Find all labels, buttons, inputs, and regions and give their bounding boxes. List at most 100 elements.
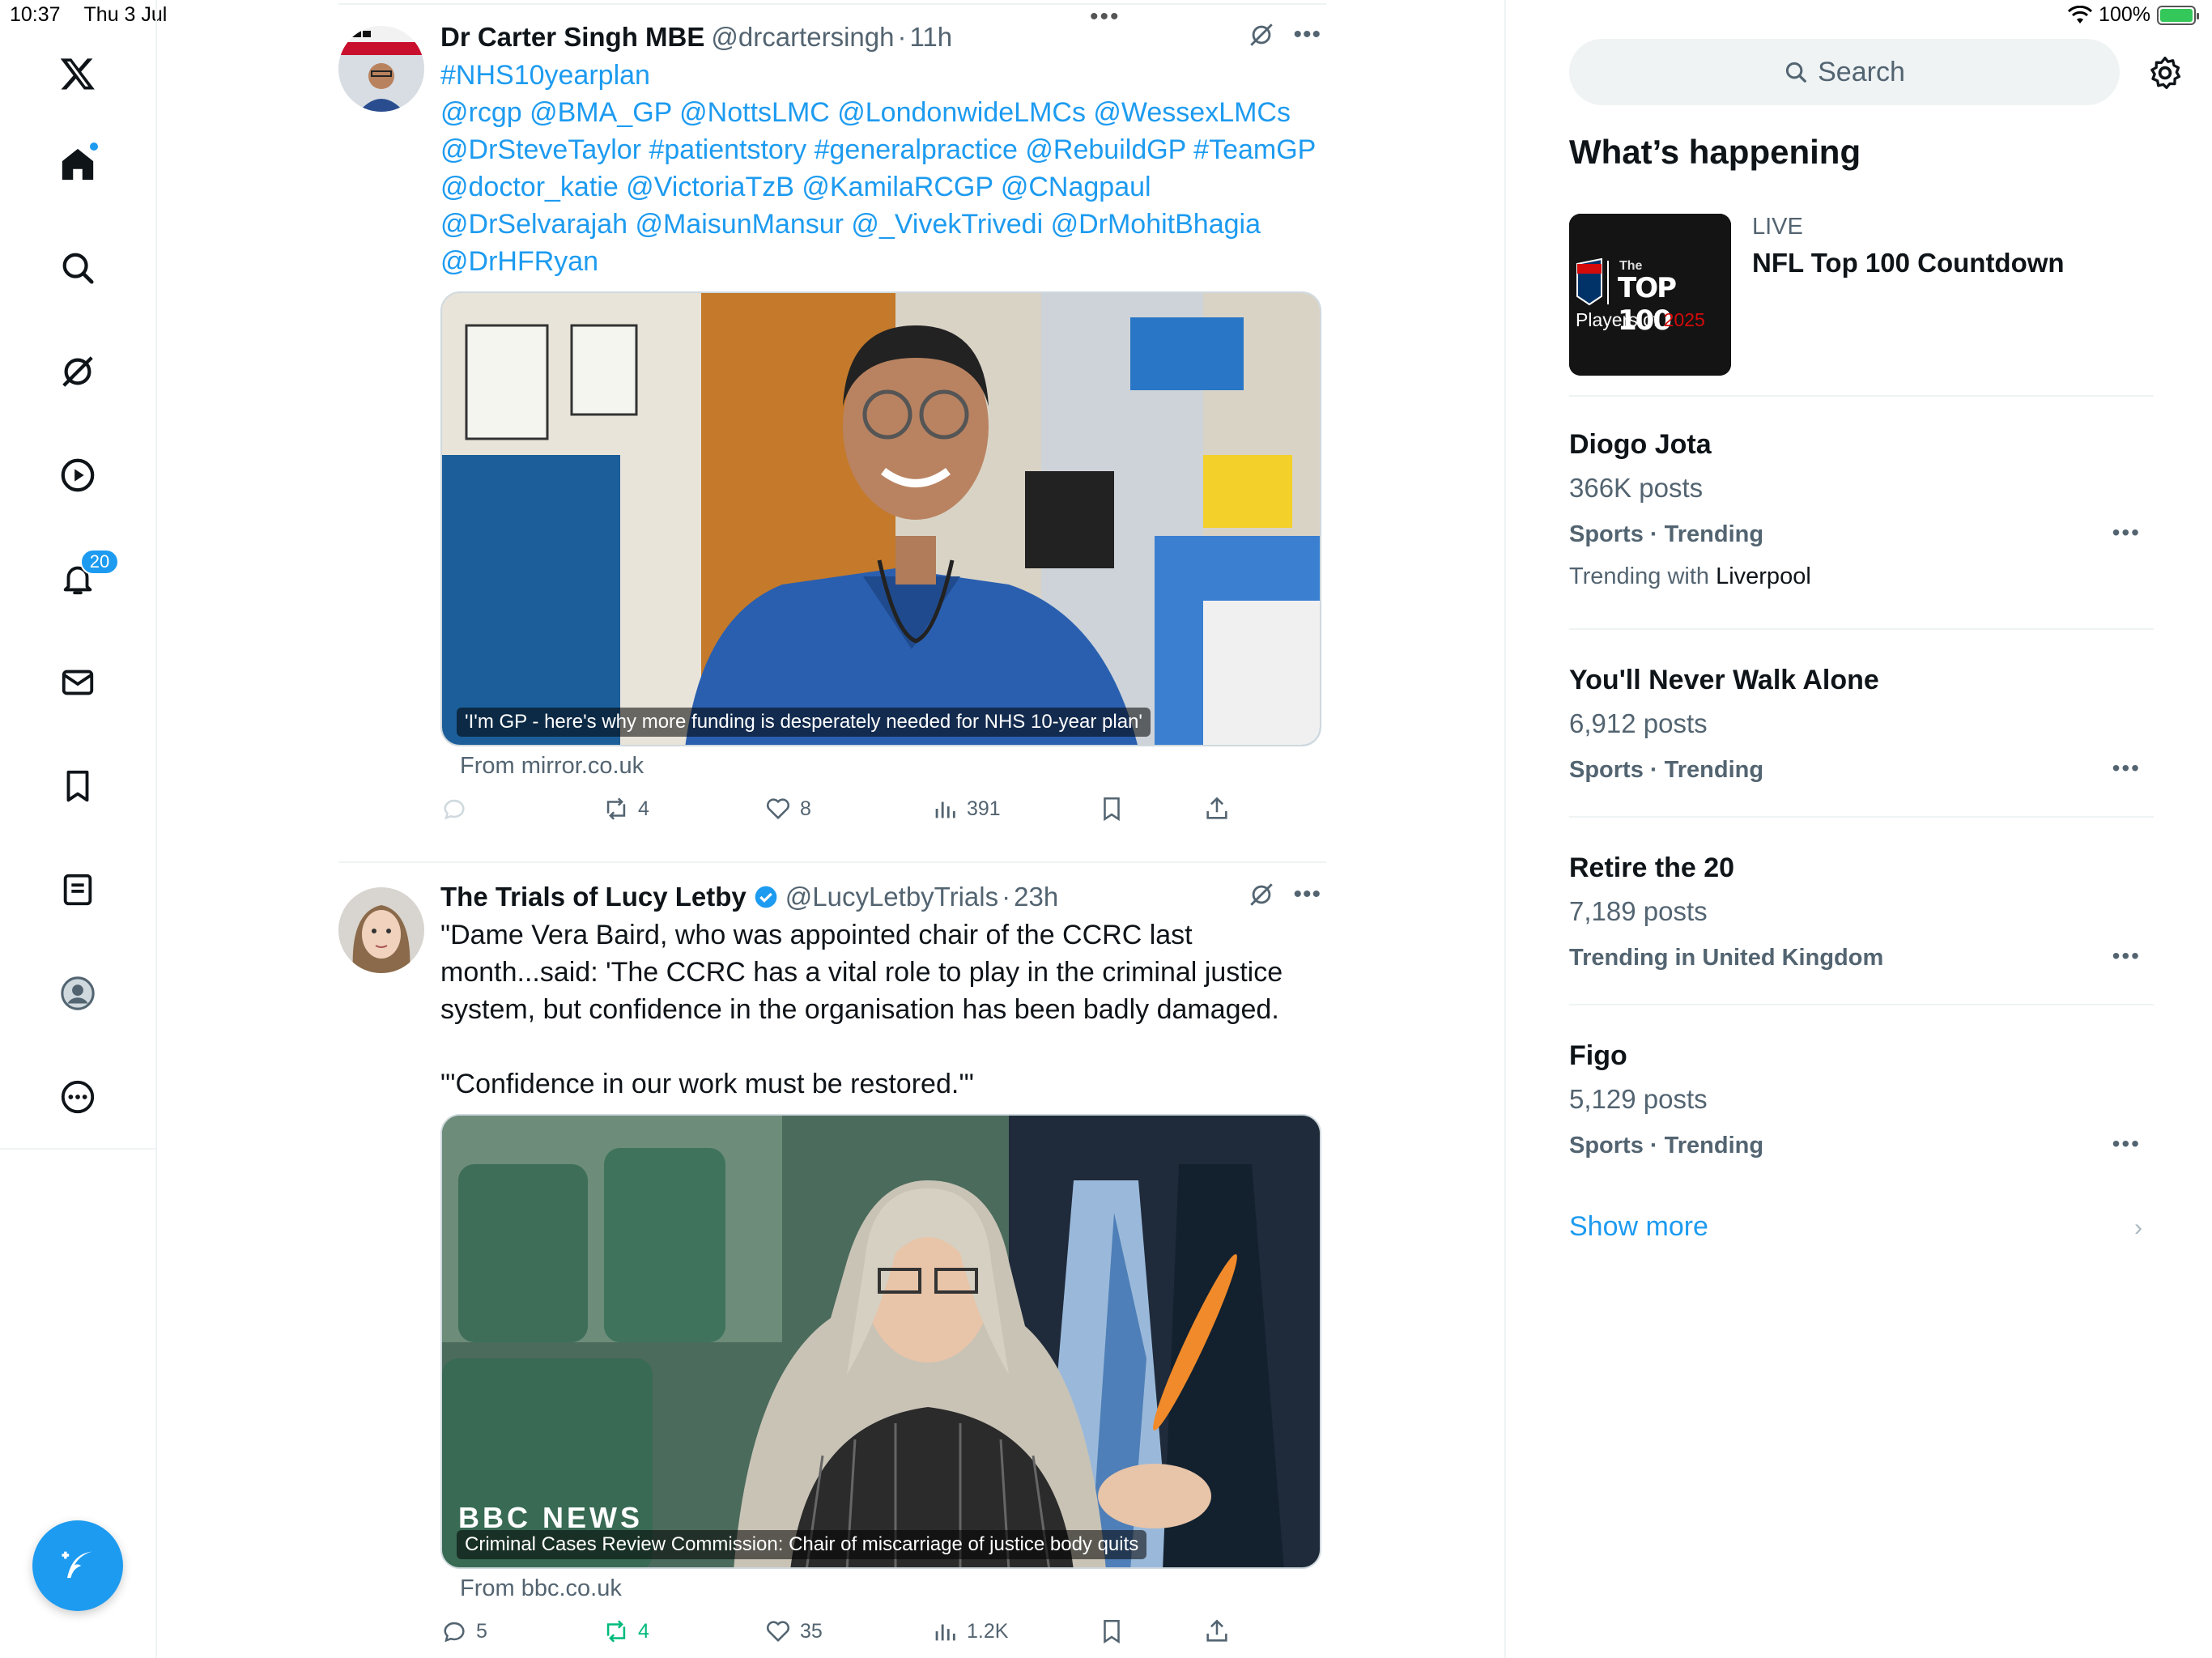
home-icon[interactable]	[53, 139, 103, 189]
trend-name: Figo	[1569, 1040, 1627, 1071]
tweet-header-actions: •••	[1248, 21, 1321, 49]
views-button[interactable]: 391	[931, 795, 1098, 823]
trend-item[interactable]: Retire the 20 7,189 posts Trending in Un…	[1569, 848, 2154, 980]
tweet-time[interactable]: 23h	[1014, 882, 1058, 912]
trend-more-icon[interactable]: •••	[2112, 755, 2141, 781]
wifi-icon	[2068, 5, 2093, 23]
live-event-card[interactable]: The TOP 100 Players of 2025 LIVE NFL Top…	[1569, 214, 2154, 395]
repost-icon	[606, 797, 626, 820]
thumb-year-text: 2025	[1663, 309, 1705, 330]
link-source[interactable]: From mirror.co.uk	[460, 753, 1321, 780]
gear-icon[interactable]	[2147, 55, 2183, 91]
trend-name: Retire the 20	[1569, 852, 1735, 883]
repost-count: 4	[638, 797, 649, 820]
trend-with-value[interactable]: Liverpool	[1716, 563, 1811, 589]
tweet-more-icon[interactable]: •••	[1293, 23, 1321, 47]
show-more-link[interactable]: Show more	[1569, 1211, 1708, 1243]
search-icon[interactable]	[53, 243, 103, 293]
share-button[interactable]	[1203, 1618, 1231, 1645]
bell-icon[interactable]: 20	[53, 549, 119, 604]
video-icon[interactable]	[53, 450, 103, 500]
trend-item[interactable]: Figo 5,129 posts Sports · Trending •••	[1569, 1035, 2154, 1168]
profile-icon[interactable]	[53, 968, 103, 1018]
tweet-text[interactable]: @rcgp @BMA_GP @NottsLMC @LondonwideLMCs …	[440, 94, 1321, 280]
thumb-players-text: Players of	[1576, 309, 1659, 330]
link-source[interactable]: From bbc.co.uk	[460, 1575, 1321, 1602]
tweet-time[interactable]: 11h	[909, 22, 952, 53]
sidebar-divider	[1504, 0, 1506, 1658]
mail-icon[interactable]	[53, 657, 103, 708]
trend-more-icon[interactable]: •••	[2112, 943, 2141, 969]
repost-button[interactable]: 4	[602, 795, 764, 823]
avatar[interactable]	[338, 26, 424, 112]
trend-post-count: 6,912 posts	[1569, 708, 1708, 738]
lists-icon[interactable]	[53, 865, 103, 915]
share-icon	[1206, 797, 1227, 819]
live-label: LIVE	[1752, 214, 1803, 240]
header-separator: ·	[1002, 882, 1011, 912]
repost-button[interactable]: 4	[602, 1618, 764, 1645]
header-separator: ·	[897, 22, 907, 52]
views-button[interactable]: 1.2K	[931, 1618, 1098, 1645]
avatar[interactable]	[338, 887, 424, 973]
search-icon	[1786, 62, 1806, 83]
grok-icon[interactable]	[53, 346, 103, 397]
trend-category: Trending in United Kingdom	[1569, 945, 1884, 971]
notifications-badge: 20	[80, 549, 119, 575]
x-logo-icon[interactable]	[53, 49, 103, 99]
trend-name: You'll Never Walk Alone	[1569, 665, 1879, 695]
trend-more-icon[interactable]: •••	[2112, 1131, 2141, 1157]
more-icon[interactable]	[53, 1072, 103, 1122]
reply-button[interactable]: 5	[440, 1618, 602, 1645]
trend-item[interactable]: You'll Never Walk Alone 6,912 posts Spor…	[1569, 660, 2154, 793]
like-button[interactable]: 35	[764, 1618, 931, 1645]
media-caption: 'I'm GP - here's why more funding is des…	[457, 708, 1151, 737]
reply-icon	[444, 799, 465, 820]
reply-icon	[444, 1622, 465, 1643]
author-name[interactable]: Dr Carter Singh MBE	[440, 22, 704, 53]
bookmark-button[interactable]	[1098, 1618, 1203, 1645]
repost-icon	[606, 1620, 626, 1643]
author-name[interactable]: The Trials of Lucy Letby	[440, 882, 747, 912]
chevron-right-icon[interactable]: ›	[2134, 1214, 2142, 1242]
whats-happening-title: What’s happening	[1569, 133, 1861, 171]
share-icon	[1206, 1619, 1227, 1642]
author-handle[interactable]: @LucyLetbyTrials	[785, 882, 998, 912]
tweet-text[interactable]: "Dame Vera Baird, who was appointed chai…	[440, 916, 1321, 1103]
trend-category: Sports · Trending	[1569, 521, 1764, 547]
tweet-header: The Trials of Lucy Letby @LucyLetbyTrial…	[440, 878, 1321, 916]
like-count: 8	[800, 797, 811, 820]
tweet-media-card[interactable]: 'I'm GP - here's why more funding is des…	[440, 291, 1321, 746]
share-button[interactable]	[1203, 795, 1231, 823]
tweet-actions: 5 4 35 1.2K	[440, 1607, 1321, 1656]
grok-icon[interactable]	[1248, 881, 1275, 908]
like-button[interactable]: 8	[764, 795, 931, 823]
live-event-thumbnail: The TOP 100 Players of 2025	[1569, 214, 1731, 376]
battery-icon	[2157, 5, 2199, 25]
trend-divider	[1569, 1004, 2154, 1005]
doctor-photo	[442, 293, 1320, 745]
bookmark-icon[interactable]	[53, 761, 103, 811]
trend-with-label: Trending with	[1569, 563, 1710, 589]
bookmark-button[interactable]	[1098, 795, 1203, 823]
tweet-hashtag[interactable]: #NHS10yearplan	[440, 57, 1321, 94]
tweet-more-icon[interactable]: •••	[1293, 882, 1321, 907]
search-placeholder: Search	[1818, 56, 1905, 87]
reply-button[interactable]	[440, 795, 602, 823]
trend-item[interactable]: Diogo Jota 366K posts Sports · Trending …	[1569, 424, 2154, 596]
trend-name: Diogo Jota	[1569, 429, 1712, 460]
grok-icon[interactable]	[1248, 21, 1275, 49]
home-new-dot	[88, 141, 100, 152]
views-icon	[935, 801, 955, 818]
trend-more-icon[interactable]: •••	[2112, 520, 2141, 546]
compose-button[interactable]	[32, 1520, 123, 1611]
battery-percent: 100%	[2099, 3, 2150, 26]
trend-category: Sports · Trending	[1569, 757, 1764, 783]
tweet-media-card[interactable]: Criminal Cases Review Commission: Chair …	[440, 1114, 1321, 1569]
heart-icon	[766, 798, 790, 819]
live-event-title[interactable]: NFL Top 100 Countdown	[1752, 248, 2065, 278]
search-input[interactable]: Search	[1569, 39, 2120, 105]
reply-count: 5	[476, 1619, 487, 1643]
trend-with: Trending with Liverpool	[1569, 557, 2154, 596]
author-handle[interactable]: @drcartersingh	[711, 22, 894, 53]
